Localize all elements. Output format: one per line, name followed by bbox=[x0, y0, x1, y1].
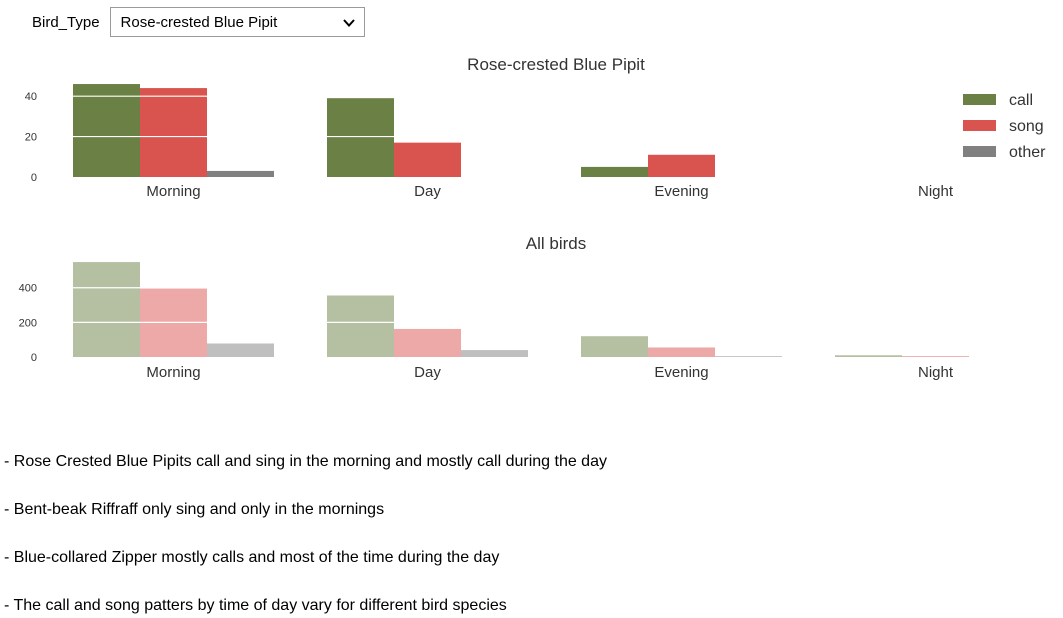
bar-other bbox=[207, 343, 274, 357]
legend-swatch-call bbox=[963, 94, 996, 105]
note-item: - Bent-beak Riffraff only sing and only … bbox=[4, 501, 385, 518]
bar-song bbox=[140, 88, 207, 177]
y-tick-label: 0 bbox=[31, 352, 37, 364]
bar-other bbox=[715, 356, 782, 357]
legend-label: call bbox=[1009, 92, 1033, 109]
x-tick-label: Day bbox=[414, 364, 441, 381]
y-tick-label: 40 bbox=[25, 91, 37, 103]
bar-call bbox=[73, 262, 140, 357]
x-tick-label: Evening bbox=[654, 364, 708, 381]
bar-call bbox=[327, 295, 394, 357]
bar-song bbox=[394, 142, 461, 177]
legend-label: song bbox=[1009, 118, 1044, 135]
x-tick-label: Night bbox=[918, 364, 954, 381]
bar-other bbox=[461, 350, 528, 357]
bar-song bbox=[394, 328, 461, 357]
chart-title: Rose-crested Blue Pipit bbox=[467, 55, 645, 74]
note-item: - Blue-collared Zipper mostly calls and … bbox=[4, 549, 500, 566]
y-tick-label: 200 bbox=[19, 317, 37, 329]
charts-figure: Rose-crested Blue Pipit 0 20 40 Morning Day Ev… bbox=[19, 55, 1047, 381]
legend-swatch-other bbox=[963, 146, 996, 157]
legend-swatch-song bbox=[963, 120, 996, 131]
x-tick-label: Evening bbox=[654, 183, 708, 200]
bar-call bbox=[581, 166, 648, 177]
bar-song bbox=[648, 154, 715, 177]
bar-other bbox=[207, 170, 274, 177]
bar-call bbox=[327, 98, 394, 177]
x-tick-label: Day bbox=[414, 183, 441, 200]
bar-call bbox=[73, 84, 140, 177]
y-tick-label: 20 bbox=[25, 132, 37, 144]
bar-call bbox=[581, 336, 648, 357]
note-item: - Rose Crested Blue Pipits call and sing… bbox=[4, 453, 607, 470]
legend-label: other bbox=[1009, 144, 1046, 161]
chart-title: All birds bbox=[526, 234, 586, 253]
x-tick-label: Morning bbox=[146, 364, 200, 381]
x-tick-label: Morning bbox=[146, 183, 200, 200]
y-tick-label: 400 bbox=[19, 283, 37, 295]
y-tick-label: 0 bbox=[31, 172, 37, 184]
note-item: - The call and song patters by time of d… bbox=[4, 597, 507, 614]
notes-list: - Rose Crested Blue Pipits call and sing… bbox=[4, 451, 607, 618]
bar-song bbox=[902, 356, 969, 357]
x-tick-label: Night bbox=[918, 183, 954, 200]
bar-song bbox=[648, 347, 715, 357]
notebook-output: Bird_Type Rose-crested Blue Pipit Rose-c… bbox=[0, 0, 1063, 618]
bar-call bbox=[835, 355, 902, 357]
